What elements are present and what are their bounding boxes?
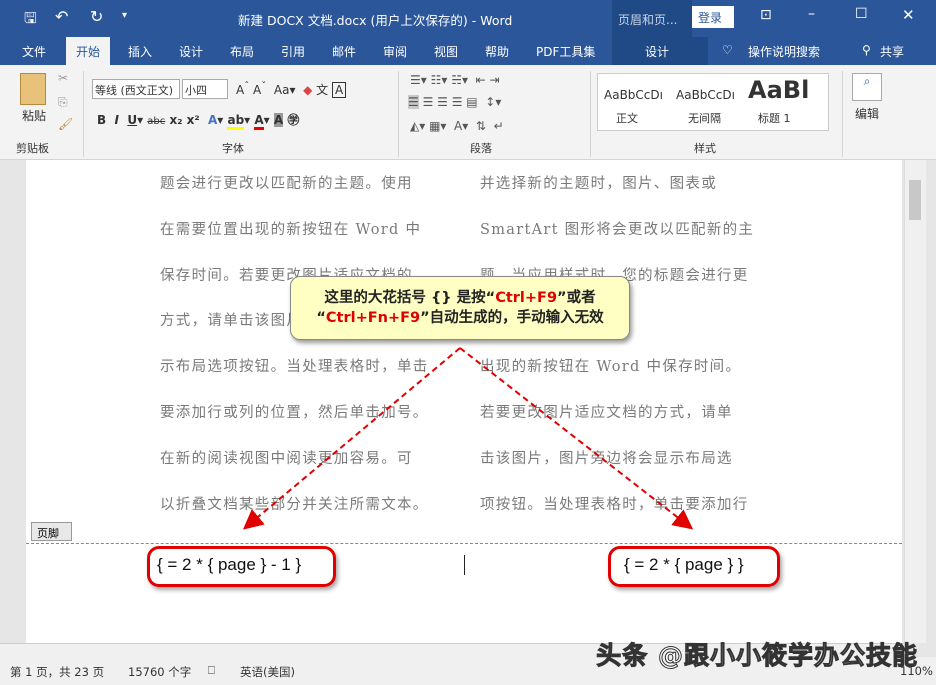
vertical-scrollbar[interactable] (904, 160, 926, 643)
word-count[interactable]: 15760 个字 (128, 664, 191, 680)
callout-note: 这里的大花括号 {} 是按“Ctrl+F9”或者 “Ctrl+Fn+F9”自动生… (290, 276, 630, 340)
page-count[interactable]: 第 1 页，共 23 页 (10, 664, 104, 680)
arrow-right (460, 348, 690, 527)
watermark: 头条 @跟小小筱学办公技能 (596, 636, 918, 672)
arrows (0, 0, 936, 685)
language[interactable]: 英语(美国) (240, 664, 295, 680)
arrow-left (246, 348, 460, 527)
proofing-icon[interactable]: ⎕ (208, 663, 215, 678)
